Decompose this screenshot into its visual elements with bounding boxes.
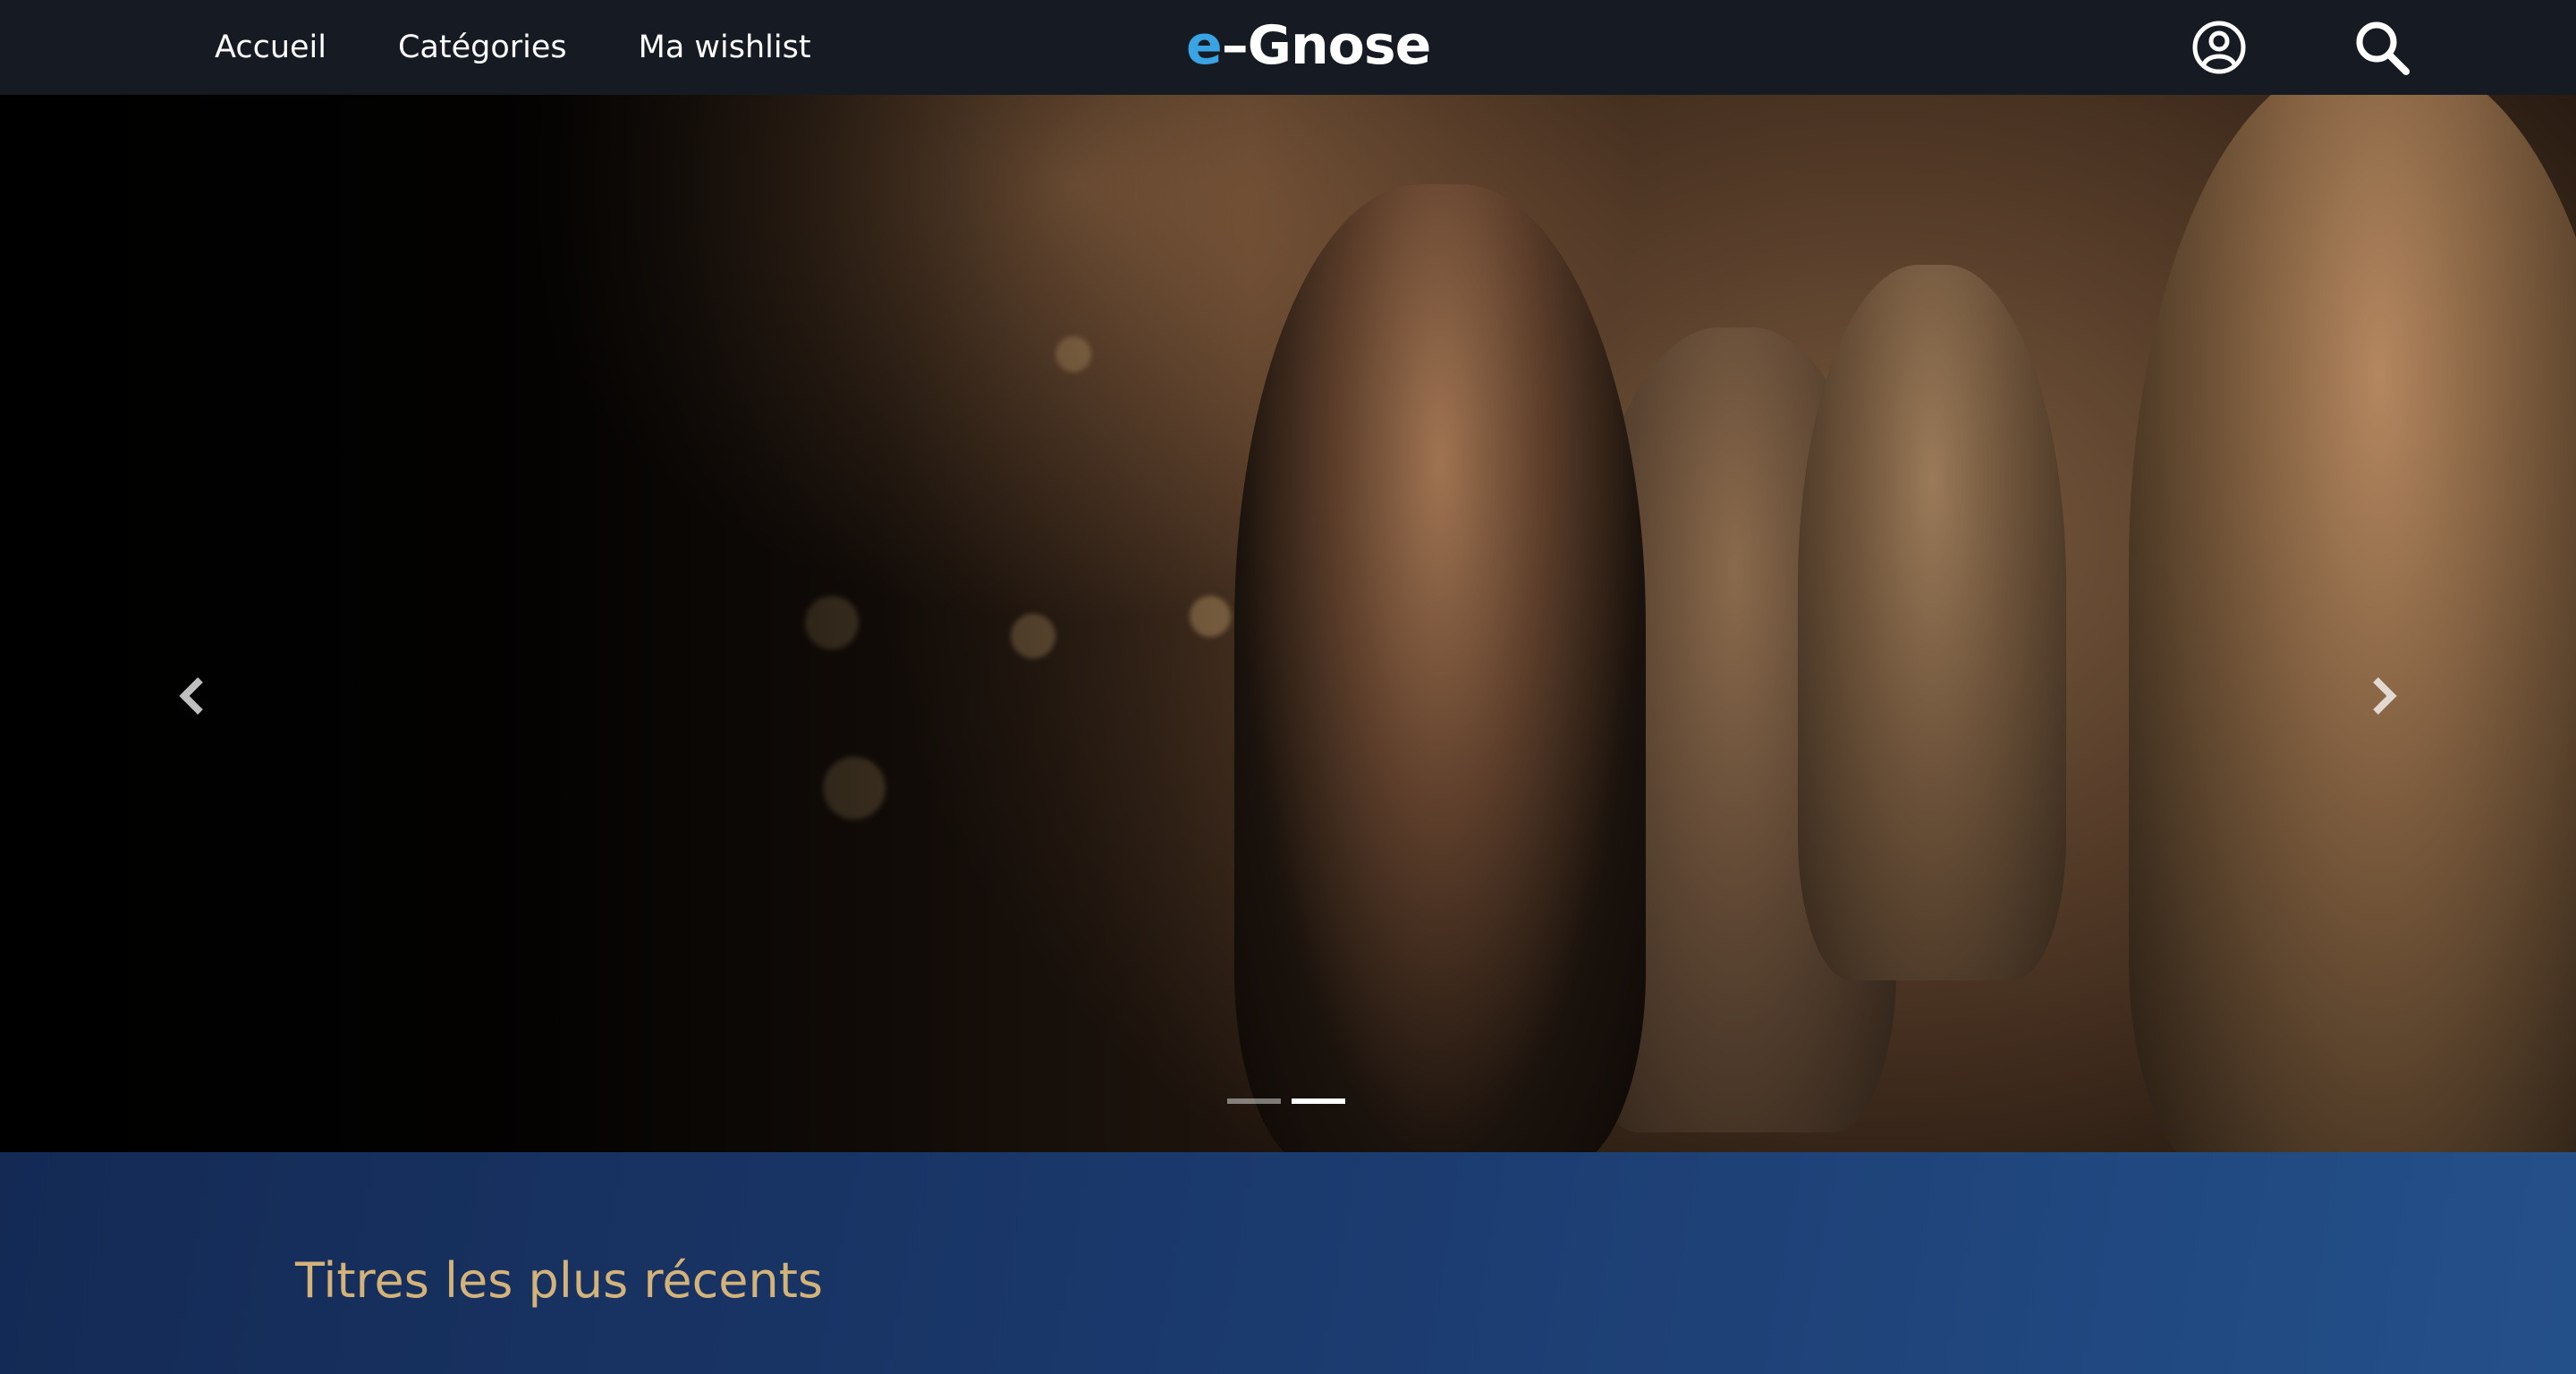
carousel-indicator-2[interactable] (1292, 1098, 1345, 1104)
nav-link-categories[interactable]: Catégories (398, 30, 567, 65)
nav-link-wishlist[interactable]: Ma wishlist (639, 30, 811, 65)
site-logo[interactable]: e–Gnose (1186, 14, 1432, 77)
nav-links: Accueil Catégories Ma wishlist (215, 0, 883, 95)
search-icon[interactable] (2352, 18, 2411, 77)
chevron-right-icon[interactable] (2365, 674, 2401, 717)
poster-figure (1234, 184, 1646, 1152)
hero-carousel (0, 95, 2576, 1152)
poster-figure (1798, 265, 2066, 980)
section-title: Titres les plus récents (295, 1252, 824, 1309)
chevron-left-icon[interactable] (175, 674, 211, 717)
hero-shadow-overlay (0, 95, 1252, 1152)
logo-text: –Gnose (1221, 14, 1432, 77)
nav-link-accueil[interactable]: Accueil (215, 30, 326, 65)
logo-prefix: e (1186, 14, 1223, 77)
user-circle-icon[interactable] (2190, 18, 2249, 77)
poster-figure (2129, 95, 2576, 1152)
top-navbar: Accueil Catégories Ma wishlist e–Gnose (0, 0, 2576, 95)
carousel-indicators (1227, 1098, 1345, 1104)
carousel-indicator-1[interactable] (1227, 1098, 1281, 1104)
latest-titles-section: Titres les plus récents (0, 1152, 2576, 1374)
